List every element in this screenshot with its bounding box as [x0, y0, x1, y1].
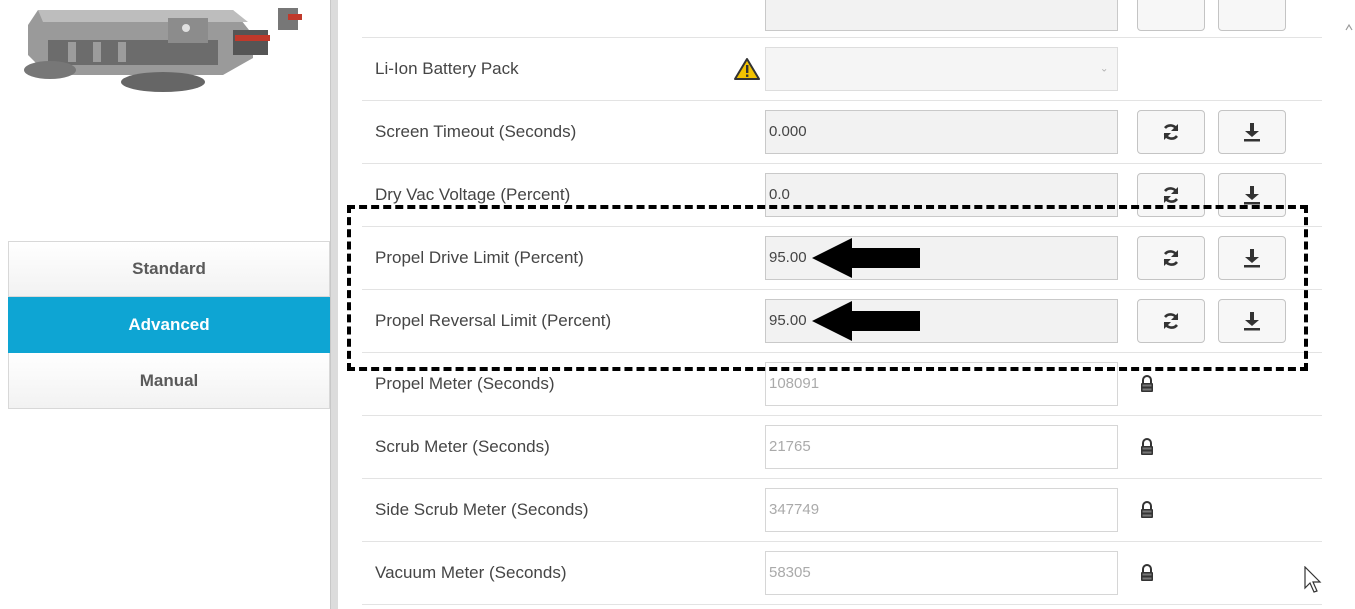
setting-label: Vacuum Meter (Seconds) — [375, 563, 567, 582]
refresh-icon — [1163, 187, 1179, 203]
refresh-button[interactable] — [1137, 110, 1205, 154]
setting-value-field[interactable] — [765, 0, 1118, 31]
scroll-up-icon[interactable] — [1345, 20, 1353, 34]
battery-pack-select[interactable] — [765, 47, 1118, 91]
settings-row-dry-vac-voltage: Dry Vac Voltage (Percent) 0.0 — [362, 164, 1322, 227]
scrub-meter-field: 21765 — [765, 425, 1118, 469]
refresh-icon — [1163, 250, 1179, 266]
tab-manual[interactable]: Manual — [8, 353, 330, 409]
refresh-icon — [1163, 313, 1179, 329]
refresh-button[interactable] — [1137, 299, 1205, 343]
tab-standard[interactable]: Standard — [8, 241, 330, 297]
lock-icon — [1141, 501, 1153, 518]
settings-row-side-scrub-meter: Side Scrub Meter (Seconds) 347749 — [362, 479, 1322, 542]
setting-label: Propel Meter (Seconds) — [375, 374, 555, 393]
chevron-down-icon: ⌄ — [1100, 63, 1109, 75]
settings-row-propel-meter: Propel Meter (Seconds) 108091 — [362, 353, 1322, 416]
settings-row-screen-timeout: Screen Timeout (Seconds) 0.000 — [362, 101, 1322, 164]
settings-row-vacuum-meter: Vacuum Meter (Seconds) 58305 — [362, 542, 1322, 605]
refresh-button[interactable] — [1137, 0, 1205, 31]
side-scrub-meter-field: 347749 — [765, 488, 1118, 532]
left-panel: Standard Advanced Manual — [0, 0, 330, 609]
settings-row-scrub-meter: Scrub Meter (Seconds) 21765 — [362, 416, 1322, 479]
download-icon — [1244, 123, 1260, 142]
download-button[interactable] — [1218, 299, 1286, 343]
refresh-button[interactable] — [1137, 173, 1205, 217]
lock-icon — [1141, 438, 1153, 455]
lock-icon — [1141, 564, 1153, 581]
refresh-button[interactable] — [1137, 236, 1205, 280]
setting-label: Li-Ion Battery Pack — [375, 59, 519, 78]
settings-row-partial — [362, 0, 1322, 38]
download-button[interactable] — [1218, 173, 1286, 217]
settings-row-battery: Li-Ion Battery Pack ⌄ — [362, 38, 1322, 101]
refresh-icon — [1163, 124, 1179, 140]
vacuum-meter-field: 58305 — [765, 551, 1118, 595]
download-button[interactable] — [1218, 236, 1286, 280]
mode-tabs: Standard Advanced Manual — [8, 241, 330, 409]
floor-scrubber-image — [8, 0, 308, 105]
left-arrow-icon — [812, 301, 920, 341]
download-button[interactable] — [1218, 110, 1286, 154]
download-icon — [1244, 312, 1260, 331]
setting-label: Screen Timeout (Seconds) — [375, 122, 577, 141]
download-button[interactable] — [1218, 0, 1286, 31]
setting-label: Propel Drive Limit (Percent) — [375, 248, 584, 267]
propel-meter-field: 108091 — [765, 362, 1118, 406]
tab-advanced[interactable]: Advanced — [8, 297, 330, 353]
setting-label: Propel Reversal Limit (Percent) — [375, 311, 612, 330]
download-icon — [1244, 186, 1260, 205]
left-arrow-icon — [812, 238, 920, 278]
download-icon — [1244, 249, 1260, 268]
setting-label: Scrub Meter (Seconds) — [375, 437, 550, 456]
setting-label: Dry Vac Voltage (Percent) — [375, 185, 571, 204]
mouse-pointer-icon — [1304, 566, 1322, 593]
screen-timeout-field[interactable]: 0.000 — [765, 110, 1118, 154]
setting-label: Side Scrub Meter (Seconds) — [375, 500, 589, 519]
lock-icon — [1141, 375, 1153, 392]
dry-vac-voltage-field[interactable]: 0.0 — [765, 173, 1118, 217]
panel-divider[interactable] — [330, 0, 338, 609]
warning-triangle-icon — [734, 58, 760, 80]
